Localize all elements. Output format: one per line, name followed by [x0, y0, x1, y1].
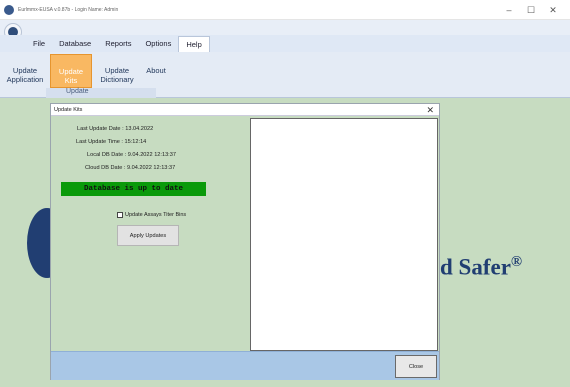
local-db-date-value: 9.04.2022 12:13:37	[127, 152, 176, 158]
local-db-date-row: Local DB Date : 9.04.2022 12:13:37	[87, 152, 176, 158]
update-dictionary-label-2: Dictionary	[100, 75, 134, 84]
about-label: About	[146, 66, 166, 75]
last-update-date-row: Last Update Date : 13.04.2022	[77, 126, 153, 132]
registered-mark: ®	[510, 254, 523, 270]
update-dictionary-label-1: Update	[104, 66, 130, 75]
tab-file[interactable]: File	[26, 36, 52, 52]
window-controls: – ☐ ✕	[498, 0, 564, 20]
close-button[interactable]: Close	[395, 355, 437, 378]
minimize-button[interactable]: –	[498, 5, 520, 15]
dialog-title: Update Kits	[54, 106, 83, 113]
tab-database[interactable]: Database	[52, 36, 98, 52]
update-application-label-1: Update	[12, 66, 38, 75]
app-icon	[4, 4, 14, 15]
ribbon-panel: Update Application Update Kits Update Di…	[0, 52, 570, 98]
update-application-label-2: Application	[6, 75, 44, 84]
last-update-time-label: Last Update Time :	[76, 139, 123, 145]
tab-options[interactable]: Options	[138, 36, 178, 52]
checkbox-box[interactable]	[117, 212, 123, 218]
update-kits-label-2: Kits	[64, 76, 78, 85]
cloud-db-date-label: Cloud DB Date :	[85, 165, 126, 171]
last-update-time-value: 15:12:14	[124, 139, 147, 145]
tab-help[interactable]: Help	[178, 36, 210, 52]
ribbon-header: File Database Reports Options Help	[0, 20, 570, 52]
about-button[interactable]: About	[142, 54, 170, 88]
close-window-button[interactable]: ✕	[542, 5, 564, 16]
update-assays-checkbox[interactable]: Update Assays Titer Bins	[117, 212, 186, 218]
cloud-db-date-value: 9.04.2022 12:13:37	[126, 165, 176, 171]
update-application-button[interactable]: Update Application	[4, 54, 46, 88]
cloud-db-date-row: Cloud DB Date : 9.04.2022 12:13:37	[85, 165, 175, 171]
dialog-title-bar: Update Kits ✕	[51, 104, 439, 116]
update-log-panel[interactable]	[250, 118, 438, 351]
ribbon-group-label: Update	[46, 88, 156, 98]
last-update-time-row: Last Update Time : 15:12:14	[76, 139, 146, 145]
last-update-date-label: Last Update Date :	[77, 126, 124, 132]
database-status-indicator: Database is up to date	[61, 182, 206, 196]
last-update-date-value: 13.04.2022	[125, 126, 154, 132]
update-kits-dialog: Update Kits ✕ Last Update Date : 13.04.2…	[50, 103, 440, 380]
title-bar: Eurlmmx-EUSA v.0.87b - Login Name: Admin…	[0, 0, 570, 20]
slogan-text: d Safer	[440, 254, 511, 280]
update-kits-label-1: Update	[58, 67, 84, 76]
update-kits-button[interactable]: Update Kits	[50, 54, 92, 88]
window-title: Eurlmmx-EUSA v.0.87b - Login Name: Admin	[18, 6, 119, 13]
local-db-date-label: Local DB Date :	[87, 152, 127, 158]
tab-reports[interactable]: Reports	[98, 36, 138, 52]
maximize-button[interactable]: ☐	[520, 5, 542, 16]
menu-bar: File Database Reports Options Help	[0, 35, 570, 52]
brand-slogan: d Safer®	[440, 254, 522, 281]
update-dictionary-button[interactable]: Update Dictionary	[96, 54, 138, 88]
dialog-close-icon[interactable]: ✕	[426, 104, 434, 116]
checkbox-label: Update Assays Titer Bins	[125, 212, 187, 218]
apply-updates-button[interactable]: Apply Updates	[117, 225, 179, 246]
dialog-footer: Close	[51, 351, 439, 380]
